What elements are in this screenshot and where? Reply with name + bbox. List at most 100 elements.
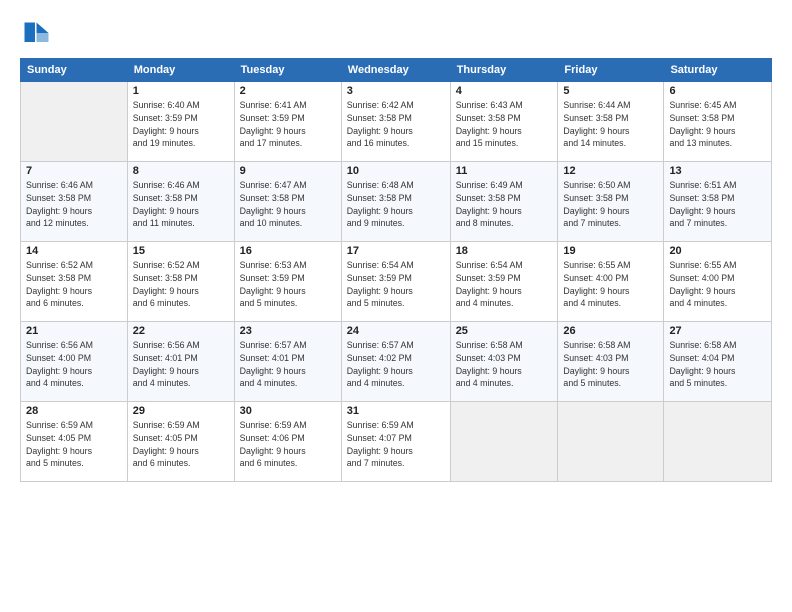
calendar-cell: 27 Sunrise: 6:58 AM Sunset: 4:04 PM Dayli… — [664, 322, 772, 402]
day-number: 11 — [456, 165, 553, 177]
weekday-header-monday: Monday — [127, 59, 234, 82]
calendar-cell: 17 Sunrise: 6:54 AM Sunset: 3:59 PM Dayli… — [341, 242, 450, 322]
weekday-header-wednesday: Wednesday — [341, 59, 450, 82]
day-number: 3 — [347, 85, 445, 97]
day-number: 27 — [669, 325, 766, 337]
weekday-header-sunday: Sunday — [21, 59, 128, 82]
calendar-cell — [558, 402, 664, 482]
weekday-header-friday: Friday — [558, 59, 664, 82]
day-number: 8 — [133, 165, 229, 177]
day-info: Sunrise: 6:58 AM Sunset: 4:03 PM Dayligh… — [456, 339, 553, 390]
day-number: 6 — [669, 85, 766, 97]
calendar-cell: 9 Sunrise: 6:47 AM Sunset: 3:58 PM Daylig… — [234, 162, 341, 242]
day-info: Sunrise: 6:45 AM Sunset: 3:58 PM Dayligh… — [669, 99, 766, 150]
calendar-cell: 24Sunrise: 6:57 AM Sunset: 4:02 PM Dayli… — [341, 322, 450, 402]
day-number: 28 — [26, 405, 122, 417]
calendar-cell: 23 Sunrise: 6:57 AM Sunset: 4:01 PM Dayli… — [234, 322, 341, 402]
day-info: Sunrise: 6:57 AM Sunset: 4:01 PM Dayligh… — [240, 339, 336, 390]
calendar-week-row: 28 Sunrise: 6:59 AM Sunset: 4:05 PM Dayli… — [21, 402, 772, 482]
day-number: 5 — [563, 85, 658, 97]
day-number: 20 — [669, 245, 766, 257]
calendar-cell: 21 Sunrise: 6:56 AM Sunset: 4:00 PM Dayli… — [21, 322, 128, 402]
day-info: Sunrise: 6:42 AM Sunset: 3:58 PM Dayligh… — [347, 99, 445, 150]
day-info: Sunrise: 6:54 AM Sunset: 3:59 PM Dayligh… — [347, 259, 445, 310]
day-info: Sunrise: 6:56 AM Sunset: 4:00 PM Dayligh… — [26, 339, 122, 390]
day-info: Sunrise: 6:43 AM Sunset: 3:58 PM Dayligh… — [456, 99, 553, 150]
day-number: 10 — [347, 165, 445, 177]
day-number: 31 — [347, 405, 445, 417]
day-number: 19 — [563, 245, 658, 257]
calendar-cell — [21, 82, 128, 162]
weekday-header-saturday: Saturday — [664, 59, 772, 82]
day-info: Sunrise: 6:52 AM Sunset: 3:58 PM Dayligh… — [26, 259, 122, 310]
calendar-cell: 2 Sunrise: 6:41 AM Sunset: 3:59 PM Daylig… — [234, 82, 341, 162]
calendar-cell: 4 Sunrise: 6:43 AM Sunset: 3:58 PM Daylig… — [450, 82, 558, 162]
calendar-cell: 15 Sunrise: 6:52 AM Sunset: 3:58 PM Dayli… — [127, 242, 234, 322]
calendar-cell: 18Sunrise: 6:54 AM Sunset: 3:59 PM Dayli… — [450, 242, 558, 322]
day-info: Sunrise: 6:40 AM Sunset: 3:59 PM Dayligh… — [133, 99, 229, 150]
calendar-cell: 16 Sunrise: 6:53 AM Sunset: 3:59 PM Dayli… — [234, 242, 341, 322]
day-info: Sunrise: 6:51 AM Sunset: 3:58 PM Dayligh… — [669, 179, 766, 230]
day-info: Sunrise: 6:52 AM Sunset: 3:58 PM Dayligh… — [133, 259, 229, 310]
day-info: Sunrise: 6:48 AM Sunset: 3:58 PM Dayligh… — [347, 179, 445, 230]
calendar-cell: 12 Sunrise: 6:50 AM Sunset: 3:58 PM Dayli… — [558, 162, 664, 242]
day-number: 22 — [133, 325, 229, 337]
calendar-cell: 30Sunrise: 6:59 AM Sunset: 4:06 PM Dayli… — [234, 402, 341, 482]
calendar-cell: 3 Sunrise: 6:42 AM Sunset: 3:58 PM Daylig… — [341, 82, 450, 162]
day-info: Sunrise: 6:55 AM Sunset: 4:00 PM Dayligh… — [563, 259, 658, 310]
day-info: Sunrise: 6:59 AM Sunset: 4:06 PM Dayligh… — [240, 419, 336, 470]
calendar-cell: 13 Sunrise: 6:51 AM Sunset: 3:58 PM Dayli… — [664, 162, 772, 242]
day-number: 13 — [669, 165, 766, 177]
calendar-cell: 8 Sunrise: 6:46 AM Sunset: 3:58 PM Daylig… — [127, 162, 234, 242]
day-info: Sunrise: 6:46 AM Sunset: 3:58 PM Dayligh… — [26, 179, 122, 230]
day-number: 12 — [563, 165, 658, 177]
day-number: 9 — [240, 165, 336, 177]
day-info: Sunrise: 6:44 AM Sunset: 3:58 PM Dayligh… — [563, 99, 658, 150]
calendar-cell: 20 Sunrise: 6:55 AM Sunset: 4:00 PM Dayli… — [664, 242, 772, 322]
calendar-cell — [664, 402, 772, 482]
page: SundayMondayTuesdayWednesdayThursdayFrid… — [0, 0, 792, 612]
day-info: Sunrise: 6:58 AM Sunset: 4:03 PM Dayligh… — [563, 339, 658, 390]
calendar-cell: 31 Sunrise: 6:59 AM Sunset: 4:07 PM Dayli… — [341, 402, 450, 482]
calendar-cell: 25 Sunrise: 6:58 AM Sunset: 4:03 PM Dayli… — [450, 322, 558, 402]
calendar-cell: 7 Sunrise: 6:46 AM Sunset: 3:58 PM Daylig… — [21, 162, 128, 242]
day-number: 4 — [456, 85, 553, 97]
day-info: Sunrise: 6:41 AM Sunset: 3:59 PM Dayligh… — [240, 99, 336, 150]
day-info: Sunrise: 6:49 AM Sunset: 3:58 PM Dayligh… — [456, 179, 553, 230]
day-info: Sunrise: 6:55 AM Sunset: 4:00 PM Dayligh… — [669, 259, 766, 310]
day-info: Sunrise: 6:56 AM Sunset: 4:01 PM Dayligh… — [133, 339, 229, 390]
day-number: 23 — [240, 325, 336, 337]
calendar-week-row: 1 Sunrise: 6:40 AM Sunset: 3:59 PM Daylig… — [21, 82, 772, 162]
day-info: Sunrise: 6:58 AM Sunset: 4:04 PM Dayligh… — [669, 339, 766, 390]
day-info: Sunrise: 6:54 AM Sunset: 3:59 PM Dayligh… — [456, 259, 553, 310]
day-info: Sunrise: 6:59 AM Sunset: 4:05 PM Dayligh… — [133, 419, 229, 470]
day-number: 26 — [563, 325, 658, 337]
calendar-cell: 1 Sunrise: 6:40 AM Sunset: 3:59 PM Daylig… — [127, 82, 234, 162]
day-number: 21 — [26, 325, 122, 337]
day-number: 2 — [240, 85, 336, 97]
weekday-header-thursday: Thursday — [450, 59, 558, 82]
day-number: 15 — [133, 245, 229, 257]
day-info: Sunrise: 6:59 AM Sunset: 4:07 PM Dayligh… — [347, 419, 445, 470]
logo — [20, 18, 54, 48]
calendar-cell: 11 Sunrise: 6:49 AM Sunset: 3:58 PM Dayli… — [450, 162, 558, 242]
weekday-header-tuesday: Tuesday — [234, 59, 341, 82]
day-info: Sunrise: 6:46 AM Sunset: 3:58 PM Dayligh… — [133, 179, 229, 230]
day-number: 1 — [133, 85, 229, 97]
calendar-cell — [450, 402, 558, 482]
day-info: Sunrise: 6:50 AM Sunset: 3:58 PM Dayligh… — [563, 179, 658, 230]
day-number: 7 — [26, 165, 122, 177]
calendar-week-row: 7 Sunrise: 6:46 AM Sunset: 3:58 PM Daylig… — [21, 162, 772, 242]
day-info: Sunrise: 6:57 AM Sunset: 4:02 PM Dayligh… — [347, 339, 445, 390]
calendar-cell: 14Sunrise: 6:52 AM Sunset: 3:58 PM Dayli… — [21, 242, 128, 322]
day-number: 25 — [456, 325, 553, 337]
calendar-week-row: 14Sunrise: 6:52 AM Sunset: 3:58 PM Dayli… — [21, 242, 772, 322]
day-number: 16 — [240, 245, 336, 257]
day-info: Sunrise: 6:47 AM Sunset: 3:58 PM Dayligh… — [240, 179, 336, 230]
calendar-cell: 10 Sunrise: 6:48 AM Sunset: 3:58 PM Dayli… — [341, 162, 450, 242]
calendar-cell: 26 Sunrise: 6:58 AM Sunset: 4:03 PM Dayli… — [558, 322, 664, 402]
day-info: Sunrise: 6:53 AM Sunset: 3:59 PM Dayligh… — [240, 259, 336, 310]
day-number: 17 — [347, 245, 445, 257]
calendar-week-row: 21 Sunrise: 6:56 AM Sunset: 4:00 PM Dayli… — [21, 322, 772, 402]
calendar-cell: 19 Sunrise: 6:55 AM Sunset: 4:00 PM Dayli… — [558, 242, 664, 322]
